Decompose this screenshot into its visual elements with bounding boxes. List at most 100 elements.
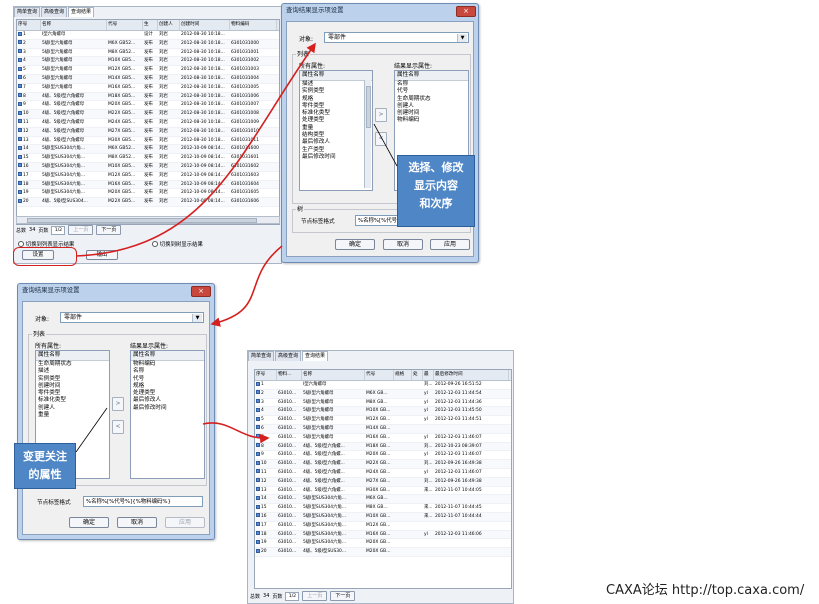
table-row[interactable]: 18 63010... 5级I型SUS304六角... M16X GB... yl 201…	[255, 530, 511, 540]
list-item[interactable]: 物料编码	[395, 117, 468, 124]
table-row[interactable]: 4 5级I型六角螺母 M10X GB5... 发布 刘岩 2012-08-30 10:18…	[17, 57, 279, 67]
column-header[interactable]: 规格	[394, 370, 412, 380]
list-item[interactable]: 创建人	[36, 405, 109, 412]
remove-attribute-button[interactable]: <	[375, 132, 387, 146]
table-row[interactable]: 7 5级I型六角螺母 M16X GB5... 发布 刘岩 2012-08-30 10:18…	[17, 84, 279, 93]
column-header[interactable]: 名称	[41, 20, 107, 30]
column-header[interactable]: 名称	[302, 370, 365, 380]
table-row[interactable]: 11 4级、5级I型六角螺母 M24X GB5... 发布 刘岩 2012-08-30 1…	[17, 119, 279, 128]
column-header[interactable]: 代号	[365, 370, 394, 380]
table-row[interactable]: 20 63010... 4级、5级I型SUS30... M20X GB...	[255, 548, 511, 557]
column-header[interactable]: 处	[412, 370, 423, 380]
add-attribute-button[interactable]: >	[112, 397, 124, 411]
table-row[interactable]: 3 5级I型六角螺母 M8X GB52... 发布 刘岩 2012-08-30 10:18…	[17, 49, 279, 58]
table-row[interactable]: 15 5级I型SUS304六角... M8X GB52... 发布 刘岩 2012-10-…	[17, 154, 279, 163]
tab-advanced-query[interactable]: 高级查询	[41, 7, 68, 17]
tab-query-result[interactable]: 查询结果	[68, 7, 95, 17]
table-row[interactable]: 16 63010... 5级I型SUS304六角... M10X GB... 来... 2…	[255, 512, 511, 522]
ok-button[interactable]: 确定	[335, 239, 375, 250]
table-row[interactable]: 10 63010... 4级、5级I型六角螺... M22X GB... 刘... 201…	[255, 460, 511, 469]
table-row[interactable]: 4 63010... 5级I型六角螺母 M10X GB... yl 2012-12-03 …	[255, 407, 511, 417]
vertical-scrollbar[interactable]	[364, 80, 371, 188]
table-row[interactable]: 12 63010... 4级、5级I型六角螺... M27X GB... 刘... 201…	[255, 477, 511, 487]
table-row[interactable]: 11 63010... 4级、5级I型六角螺... M24X GB... yl 2012-…	[255, 469, 511, 478]
table-row[interactable]: 5 5级I型六角螺母 M12X GB5... 发布 刘岩 2012-08-30 10:18…	[17, 66, 279, 75]
column-header[interactable]: 生	[143, 20, 158, 30]
table-row[interactable]: 8 63010... 4级、5级I型六角螺... M18X GB... 刘... 2012…	[255, 442, 511, 452]
tab-query-result[interactable]: 查询结果	[302, 351, 329, 361]
list-item[interactable]: 代号	[395, 88, 468, 95]
table-row[interactable]: 7 63010... 5级I型六角螺母 M16X GB... yl 2012-12-03 …	[255, 434, 511, 443]
apply-button[interactable]: 应用	[165, 517, 205, 528]
table-row[interactable]: 14 63010... 5级I型SUS304六角... M6X GB...	[255, 495, 511, 505]
list-item[interactable]: 代号	[131, 376, 204, 383]
list-item[interactable]: 最后修改时间	[131, 405, 204, 412]
table-row[interactable]: 14 5级I型SUS304六角... M6X GB52... 发布 刘岩 2012-10-…	[17, 145, 279, 155]
column-header[interactable]: 创建时间	[180, 20, 230, 30]
column-header[interactable]: 序号	[17, 20, 41, 30]
page-number-field[interactable]: 1/2	[285, 591, 300, 601]
table-row[interactable]: 13 4级、5级I型六角螺母 M30X GB5... 发布 刘岩 2012-08-30 1…	[17, 137, 279, 146]
table-row[interactable]: 1 I型六角螺母 刘... 2012-09-26 16:51:52	[255, 381, 511, 390]
close-icon[interactable]: ×	[456, 6, 476, 17]
list-item[interactable]: 生命周期状态	[395, 96, 468, 103]
table-row[interactable]: 3 63010... 5级I型六角螺母 M8X GB... yl 2012-12-03 1…	[255, 399, 511, 408]
table-row[interactable]: 10 4级、5级I型六角螺母 M22X GB5... 发布 刘岩 2012-08-30 1…	[17, 110, 279, 119]
list-item[interactable]: 最后修改时间	[300, 154, 372, 161]
table-row[interactable]: 19 5级I型SUS304六角... M20X GB5... 发布 刘岩 2012-10-…	[17, 189, 279, 199]
table-row[interactable]: 18 5级I型SUS304六角... M16X GB5... 发布 刘岩 2012-10-…	[17, 180, 279, 190]
page-number-field[interactable]: 1/2	[51, 225, 66, 235]
scrollbar-thumb[interactable]	[366, 86, 371, 128]
table-row[interactable]: 1 I型六角螺母 设计 刘岩 2012-08-30 10:18...	[17, 31, 279, 40]
remove-attribute-button[interactable]: <	[112, 420, 124, 434]
prev-page-button[interactable]: 上一页	[68, 225, 94, 235]
prev-page-button[interactable]: 上一页	[302, 591, 328, 601]
column-header[interactable]: 最	[423, 370, 434, 380]
next-page-button[interactable]: 下一页	[330, 591, 356, 601]
table-row[interactable]: 9 63010... 4级、5级I型六角螺... M20X GB... yl 2012-1…	[255, 451, 511, 461]
next-page-button[interactable]: 下一页	[96, 225, 122, 235]
table-row[interactable]: 15 63010... 5级I型SUS304六角... M8X GB... 来... 20…	[255, 504, 511, 513]
list-item[interactable]: 规格	[300, 96, 372, 103]
object-select[interactable]: 零部件 ▼	[60, 312, 204, 323]
list-item[interactable]: 最后修改人	[131, 397, 204, 404]
list-item[interactable]: 处理类型	[300, 117, 372, 124]
node-format-input[interactable]: %名称%[%代号%]{%物料编码%}	[83, 496, 203, 507]
list-item[interactable]: 最后修改人	[300, 139, 372, 146]
table-row[interactable]: 17 63010... 5级I型SUS304六角... M12X GB...	[255, 522, 511, 531]
table-row[interactable]: 13 63010... 4级、5级I型六角螺... M30X GB... 来... 201…	[255, 487, 511, 496]
table-row[interactable]: 9 4级、5级I型六角螺母 M20X GB5... 发布 刘岩 2012-08-30 10…	[17, 101, 279, 111]
close-icon[interactable]: ×	[191, 286, 211, 297]
object-select[interactable]: 零部件 ▼	[324, 32, 469, 43]
table-row[interactable]: 6 63010... 5级I型六角螺母 M14X GB...	[255, 424, 511, 434]
table-row[interactable]: 5 63010... 5级I型六角螺母 M12X GB... yl 2012-12-03 …	[255, 416, 511, 425]
list-item[interactable]: 实例类型	[36, 376, 109, 383]
apply-button[interactable]: 应用	[430, 239, 470, 250]
column-header[interactable]: 序号	[255, 370, 277, 380]
table-row[interactable]: 2 5级I型六角螺母 M6X GB52... 发布 刘岩 2012-08-30 10:18…	[17, 39, 279, 49]
table-row[interactable]: 12 4级、5级I型六角螺母 M27X GB5... 发布 刘岩 2012-08-30 1…	[17, 127, 279, 137]
all-attributes-list[interactable]: 属性名称 描述 实例类型 规格 零件类型 标准化类型 处理类型 重量 结构类型 最后修改人 生产类…	[299, 70, 373, 191]
list-item[interactable]: 生产类型	[300, 147, 372, 154]
column-header[interactable]: 物料...	[277, 370, 302, 380]
list-item[interactable]: 重量	[36, 412, 109, 419]
chevron-down-icon[interactable]: ▼	[192, 314, 202, 322]
switch-to-tree-option[interactable]: 切换到树显示结果	[152, 240, 203, 248]
column-header[interactable]: 最后修改时间	[434, 370, 509, 380]
chevron-down-icon[interactable]: ▼	[457, 34, 467, 42]
horizontal-scrollbar[interactable]	[16, 216, 280, 224]
add-attribute-button[interactable]: >	[375, 108, 387, 122]
list-item[interactable]: 描述	[36, 368, 109, 375]
column-header[interactable]: 创建人	[158, 20, 180, 30]
list-item[interactable]: 标准化类型	[36, 397, 109, 404]
scrollbar-thumb[interactable]	[27, 218, 257, 223]
cancel-button[interactable]: 取消	[383, 239, 423, 250]
table-row[interactable]: 2 63010... 5级I型六角螺母 M6X GB... yl 2012-12-03 1…	[255, 389, 511, 399]
result-attributes-list[interactable]: 属性名称 物料编码 名称 代号 规格 处理类型 最后修改人 最后修改时间	[130, 350, 205, 479]
column-header[interactable]: 物料编码	[230, 20, 277, 30]
table-row[interactable]: 17 5级I型SUS304六角... M12X GB5... 发布 刘岩 2012-10-…	[17, 172, 279, 181]
table-row[interactable]: 19 63010... 5级I型SUS304六角... M20X GB...	[255, 539, 511, 549]
ok-button[interactable]: 确定	[69, 517, 109, 528]
cancel-button[interactable]: 取消	[117, 517, 157, 528]
output-button[interactable]: 输出	[86, 250, 118, 260]
